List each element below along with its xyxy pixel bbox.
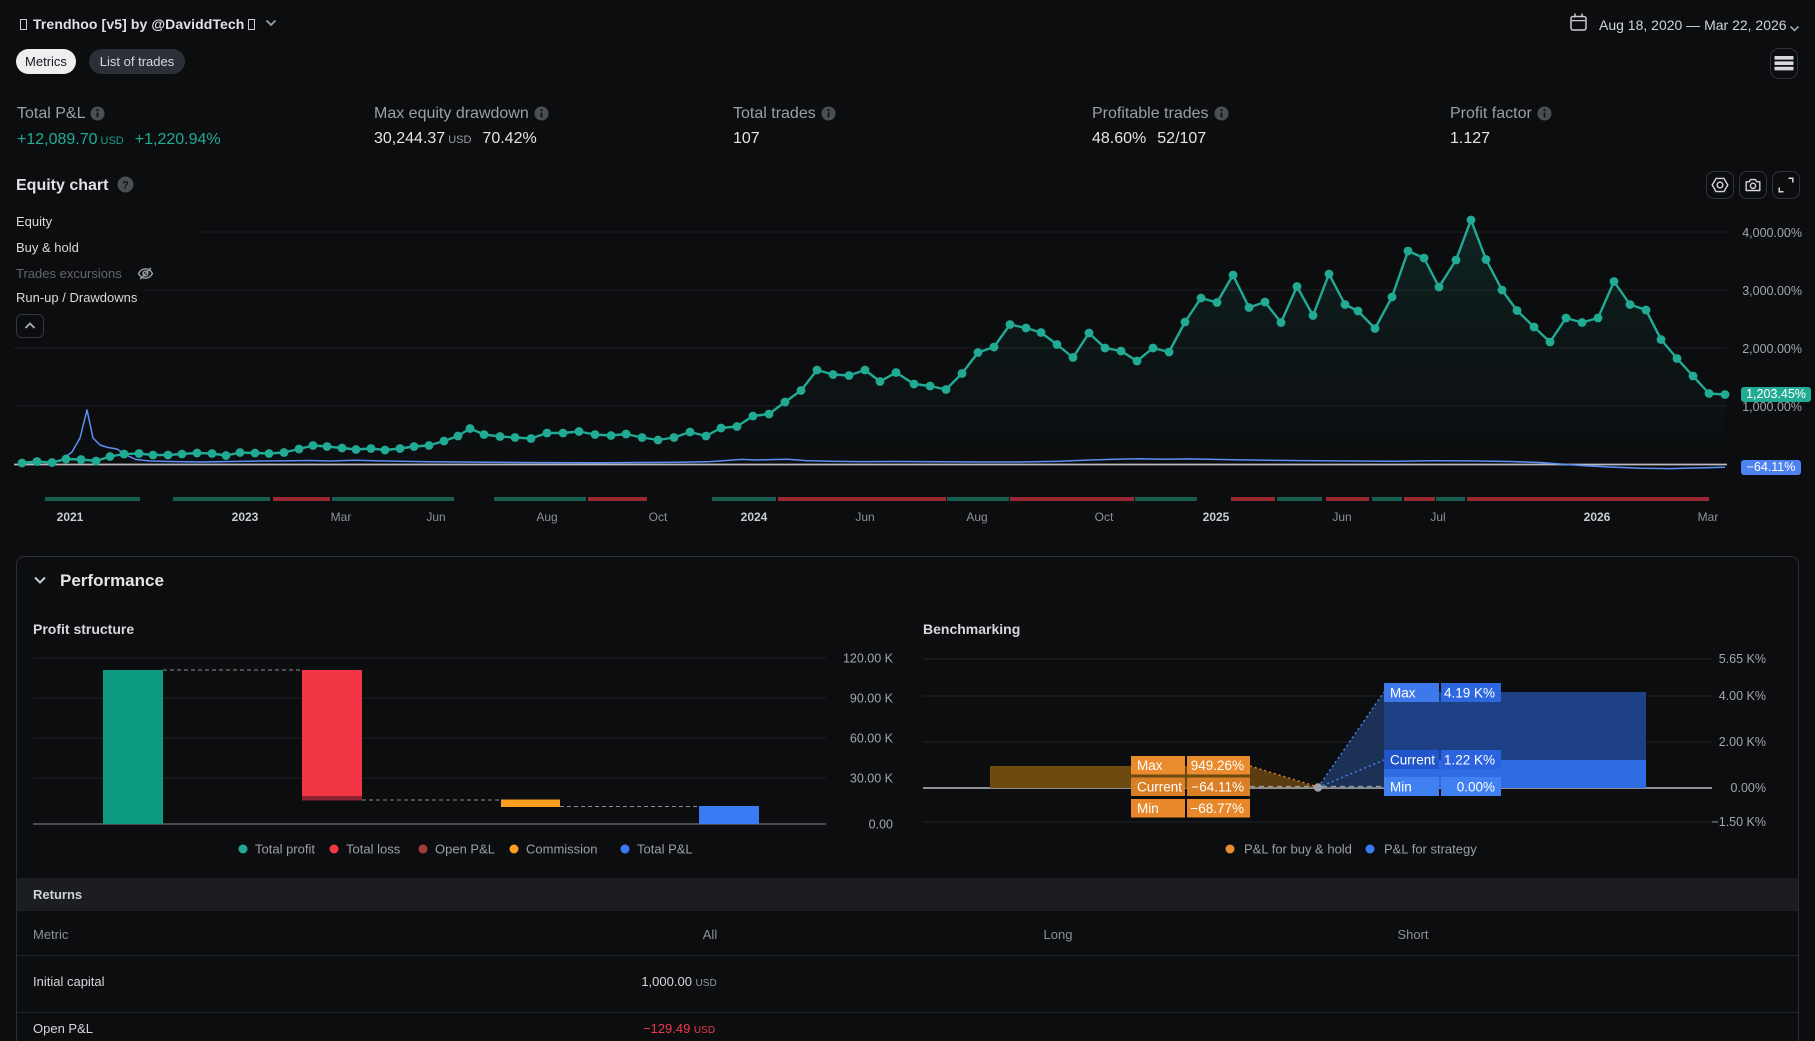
svg-text:Max: Max	[1137, 758, 1163, 773]
svg-text:−64.11%: −64.11%	[1191, 780, 1244, 795]
svg-text:4.19 K%: 4.19 K%	[1444, 686, 1495, 701]
svg-text:P&L for buy & hold: P&L for buy & hold	[1244, 842, 1352, 857]
svg-text:0.00%: 0.00%	[1457, 780, 1495, 795]
svg-text:P&L for strategy: P&L for strategy	[1384, 842, 1477, 857]
svg-text:5.65 K%: 5.65 K%	[1719, 652, 1766, 666]
svg-text:90.00 K: 90.00 K	[850, 692, 894, 706]
svg-text:120.00 K: 120.00 K	[843, 652, 894, 666]
svg-text:Total loss: Total loss	[346, 842, 401, 857]
svg-text:4.00 K%: 4.00 K%	[1719, 689, 1766, 703]
svg-text:Current: Current	[1137, 780, 1182, 795]
svg-text:2.00 K%: 2.00 K%	[1719, 735, 1766, 749]
svg-text:Min: Min	[1390, 780, 1412, 795]
svg-text:1.22 K%: 1.22 K%	[1444, 753, 1495, 768]
svg-text:−68.77%: −68.77%	[1190, 801, 1244, 816]
svg-text:−1.50 K%: −1.50 K%	[1711, 815, 1766, 829]
svg-text:30.00 K: 30.00 K	[850, 772, 894, 786]
svg-text:0.00: 0.00	[869, 818, 893, 832]
svg-text:Open P&L: Open P&L	[435, 842, 495, 857]
svg-text:Total profit: Total profit	[255, 842, 315, 857]
svg-text:Current: Current	[1390, 753, 1435, 768]
svg-text:Commission: Commission	[526, 842, 598, 857]
svg-text:Max: Max	[1390, 686, 1416, 701]
svg-text:60.00 K: 60.00 K	[850, 732, 894, 746]
svg-text:Min: Min	[1137, 801, 1159, 816]
svg-text:0.00%: 0.00%	[1731, 781, 1766, 795]
svg-text:Total P&L: Total P&L	[637, 842, 693, 857]
svg-text:949.26%: 949.26%	[1191, 758, 1244, 773]
